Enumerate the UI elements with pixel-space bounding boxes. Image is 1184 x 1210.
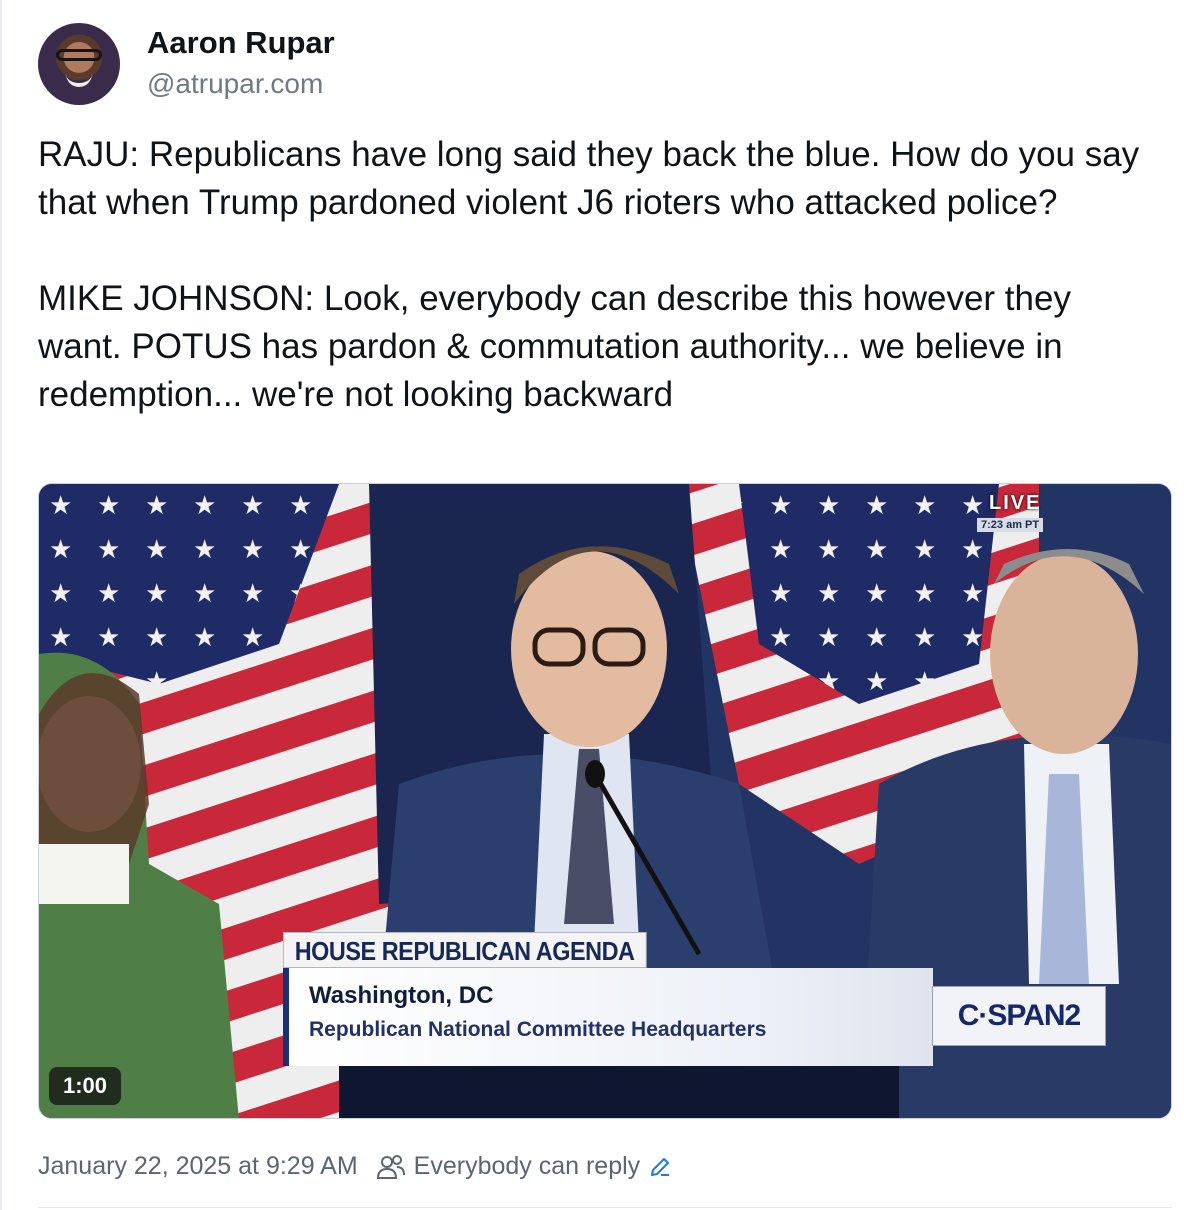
author-handle[interactable]: @atrupar.com	[147, 68, 323, 100]
post-paragraph: RAJU: Republicans have long said they ba…	[38, 135, 1140, 222]
author-name[interactable]: Aaron Rupar	[147, 25, 335, 61]
video-duration: 1:00	[49, 1067, 122, 1105]
avatar-smile	[66, 73, 92, 87]
divider	[38, 1207, 1172, 1208]
avatar-glasses	[56, 49, 102, 61]
video-player[interactable]: ★	[38, 483, 1172, 1119]
post-card: Aaron Rupar @atrupar.com RAJU: Republica…	[0, 0, 1184, 1210]
reply-setting[interactable]: Everybody can reply	[414, 1152, 641, 1181]
video-play-button[interactable]	[39, 484, 1171, 1118]
post-timestamp[interactable]: January 22, 2025 at 9:29 AM	[38, 1152, 358, 1181]
post-paragraph: MIKE JOHNSON: Look, everybody can descri…	[38, 279, 1071, 414]
avatar[interactable]	[38, 23, 120, 105]
pencil-icon[interactable]	[648, 1155, 672, 1179]
post-text: RAJU: Republicans have long said they ba…	[38, 131, 1148, 419]
users-icon	[376, 1153, 406, 1181]
post-meta: January 22, 2025 at 9:29 AM Everybody ca…	[38, 1152, 672, 1181]
